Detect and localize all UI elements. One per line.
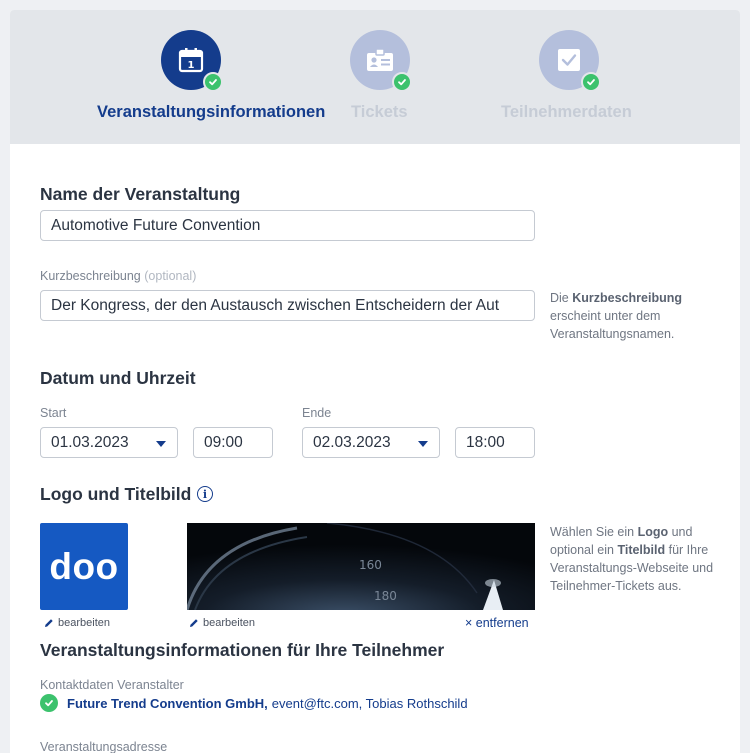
chevron-down-icon <box>418 441 428 447</box>
short-description-input[interactable]: Der Kongress, der den Austausch zwischen… <box>40 290 535 321</box>
info-icon[interactable]: i <box>197 486 213 502</box>
step-tickets[interactable] <box>350 30 412 92</box>
participant-info-heading: Veranstaltungsinformationen für Ihre Tei… <box>40 640 445 660</box>
organizer-details: event@ftc.com, Tobias Rothschild <box>271 695 468 711</box>
step-done-check-icon <box>392 72 412 92</box>
start-date-select[interactable]: 01.03.2023 <box>40 427 178 458</box>
organizer-contact[interactable]: Future Trend Convention GmbH, event@ftc.… <box>40 694 468 712</box>
step-done-check-icon <box>581 72 601 92</box>
id-card-icon <box>367 48 393 71</box>
step-participant-data[interactable] <box>539 30 601 92</box>
calendar-icon: 1 <box>178 48 204 73</box>
step-label-tickets[interactable]: Tickets <box>351 103 408 122</box>
step-event-info[interactable]: 1 <box>161 30 223 92</box>
pencil-icon <box>45 619 53 627</box>
chevron-down-icon <box>156 441 166 447</box>
start-time-input[interactable]: 09:00 <box>193 427 273 458</box>
check-circle-icon <box>40 694 58 712</box>
pencil-icon <box>190 619 198 627</box>
end-label: Ende <box>302 406 332 420</box>
wizard-stepper: 1 Veranstaltungsinformationen Tickets Te… <box>10 10 740 144</box>
optional-tag: (optional) <box>144 269 197 283</box>
logo-image[interactable]: doo <box>40 523 128 610</box>
checkbox-icon <box>558 49 580 71</box>
contact-label: Kontaktdaten Veranstalter <box>40 678 184 692</box>
step-done-check-icon <box>203 72 223 92</box>
svg-text:1: 1 <box>188 60 195 71</box>
gauge-number: 180 <box>374 589 397 603</box>
logo-heading: Logo und Titelbild <box>40 484 192 504</box>
short-description-hint: Die Kurzbeschreibung erscheint unter dem… <box>550 291 682 341</box>
remove-cover-button[interactable]: × entfernen <box>465 616 529 630</box>
edit-logo-button[interactable]: bearbeiten <box>44 617 110 629</box>
step-label-participant-data[interactable]: Teilnehmerdaten <box>501 103 632 122</box>
end-date-select[interactable]: 02.03.2023 <box>302 427 440 458</box>
speedometer-photo: 160 180 <box>187 523 535 610</box>
end-time-input[interactable]: 18:00 <box>455 427 535 458</box>
event-name-input[interactable]: Automotive Future Convention <box>40 210 535 241</box>
event-setup-panel: 1 Veranstaltungsinformationen Tickets Te… <box>10 10 740 753</box>
start-label: Start <box>40 406 67 420</box>
datetime-heading: Datum und Uhrzeit <box>40 368 196 388</box>
cover-image[interactable]: 160 180 <box>187 523 535 610</box>
logo-hint: Wählen Sie ein Logo und optional ein Tit… <box>550 525 714 593</box>
step-label-event-info[interactable]: Veranstaltungsinformationen <box>97 103 325 122</box>
address-label: Veranstaltungsadresse <box>40 740 168 753</box>
organizer-name: Future Trend Convention GmbH, <box>67 695 268 711</box>
edit-cover-button[interactable]: bearbeiten <box>189 617 255 629</box>
logo-text: doo <box>49 545 119 587</box>
event-name-heading: Name der Veranstaltung <box>40 184 241 204</box>
short-description-label: Kurzbeschreibung (optional) <box>40 269 197 283</box>
gauge-number: 160 <box>359 558 382 572</box>
